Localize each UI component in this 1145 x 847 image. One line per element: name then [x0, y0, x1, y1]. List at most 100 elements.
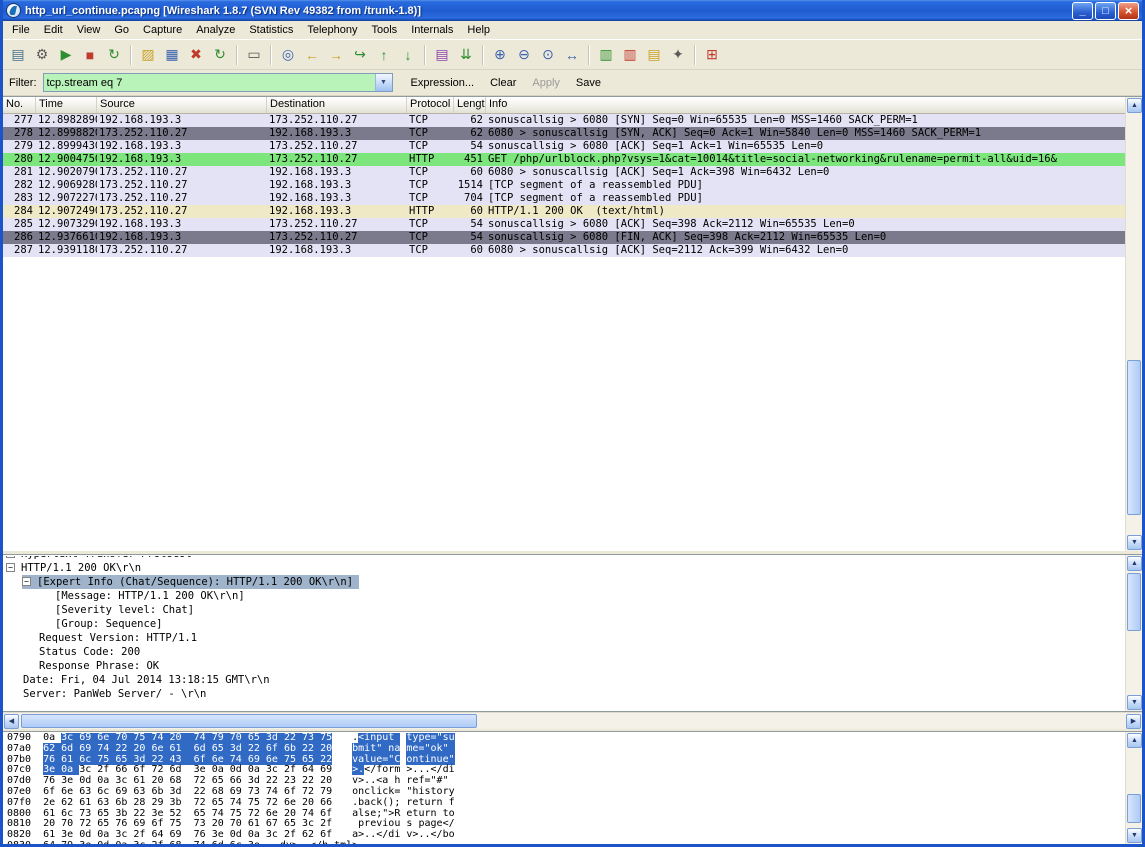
packet-row[interactable]: 27712.8982890192.168.193.3173.252.110.27… [3, 114, 1125, 127]
filter-save-button[interactable]: Save [568, 74, 609, 92]
colorize-icon[interactable]: ▤ [430, 43, 454, 67]
goto-first-icon[interactable]: ↑ [372, 43, 396, 67]
details-line[interactable]: [Severity level: Chat] [3, 603, 1125, 617]
close-file-icon[interactable]: ✖ [184, 43, 208, 67]
packet-list-vscroll[interactable]: ▲ ▼ [1125, 97, 1142, 551]
column-header-destination[interactable]: Destination [267, 97, 407, 113]
scroll-thumb[interactable] [1127, 794, 1141, 823]
back-icon[interactable]: ← [300, 43, 324, 67]
menu-help[interactable]: Help [460, 22, 497, 38]
scroll-right-icon[interactable]: ▶ [1126, 714, 1141, 729]
menu-analyze[interactable]: Analyze [189, 22, 242, 38]
details-line[interactable]: Response Phrase: OK [3, 659, 1125, 673]
packet-row[interactable]: 28412.9072490173.252.110.27192.168.193.3… [3, 205, 1125, 218]
column-header-time[interactable]: Time [36, 97, 97, 113]
packet-row[interactable]: 28512.9073290192.168.193.3173.252.110.27… [3, 218, 1125, 231]
packet-row[interactable]: 27812.8998820173.252.110.27192.168.193.3… [3, 127, 1125, 140]
close-button[interactable]: × [1118, 2, 1139, 20]
packet-row[interactable]: 28212.9069280173.252.110.27192.168.193.3… [3, 179, 1125, 192]
zoom-100-icon[interactable]: ⊙ [536, 43, 560, 67]
column-header-info[interactable]: Info [486, 97, 1125, 113]
expander-icon[interactable]: − [6, 556, 15, 558]
menu-view[interactable]: View [70, 22, 108, 38]
packet-row[interactable]: 28312.9072270173.252.110.27192.168.193.3… [3, 192, 1125, 205]
save-file-icon[interactable]: ▦ [160, 43, 184, 67]
scroll-thumb[interactable] [21, 714, 477, 728]
menu-edit[interactable]: Edit [37, 22, 70, 38]
hex-vscroll[interactable]: ▲ ▼ [1125, 732, 1142, 844]
details-hscroll[interactable]: ◀ ▶ [3, 712, 1142, 729]
column-header-protocol[interactable]: Protocol [407, 97, 454, 113]
scroll-down-icon[interactable]: ▼ [1127, 828, 1142, 843]
scroll-down-icon[interactable]: ▼ [1127, 695, 1142, 710]
zoom-in-icon[interactable]: ⊕ [488, 43, 512, 67]
capture-restart-icon[interactable]: ↻ [102, 43, 126, 67]
details-line[interactable]: Request Version: HTTP/1.1 [3, 631, 1125, 645]
restore-button[interactable]: □ [1095, 2, 1116, 20]
print-icon[interactable]: ▭ [242, 43, 266, 67]
details-line[interactable]: [Message: HTTP/1.1 200 OK\r\n] [3, 589, 1125, 603]
preferences-icon[interactable]: ✦ [666, 43, 690, 67]
column-header-no[interactable]: No. [3, 97, 36, 113]
hex-row[interactable]: 07a062 6d 69 74 22 20 6e 61 6d 65 3d 22 … [7, 744, 1125, 755]
details-line[interactable]: −[Expert Info (Chat/Sequence): HTTP/1.1 … [3, 575, 1125, 589]
expander-icon[interactable]: − [22, 577, 31, 586]
packet-row[interactable]: 28712.9391180173.252.110.27192.168.193.3… [3, 244, 1125, 257]
hex-rows: 07900a 3c 69 6e 70 75 74 20 74 79 70 65 … [7, 733, 1125, 844]
open-file-icon[interactable]: ▨ [136, 43, 160, 67]
scroll-left-icon[interactable]: ◀ [4, 714, 19, 729]
filter-expression-button[interactable]: Expression... [403, 74, 483, 92]
scroll-thumb[interactable] [1127, 360, 1141, 514]
menu-statistics[interactable]: Statistics [242, 22, 300, 38]
details-line[interactable]: Status Code: 200 [3, 645, 1125, 659]
capture-stop-icon[interactable]: ■ [78, 43, 102, 67]
reload-icon[interactable]: ↻ [208, 43, 232, 67]
details-line[interactable]: [Group: Sequence] [3, 617, 1125, 631]
packet-row[interactable]: 27912.8999430192.168.193.3173.252.110.27… [3, 140, 1125, 153]
filter-input[interactable] [44, 74, 375, 91]
zoom-out-icon[interactable]: ⊖ [512, 43, 536, 67]
expander-icon[interactable]: − [6, 563, 15, 572]
details-line[interactable]: Server: PanWeb Server/ - \r\n [3, 687, 1125, 701]
column-header-source[interactable]: Source [97, 97, 267, 113]
scroll-up-icon[interactable]: ▲ [1127, 556, 1142, 571]
hex-bytes-pane: 07900a 3c 69 6e 70 75 74 20 74 79 70 65 … [3, 731, 1142, 844]
goto-packet-icon[interactable]: ↪ [348, 43, 372, 67]
help-icon[interactable]: ⊞ [700, 43, 724, 67]
packet-row[interactable]: 28612.9376610192.168.193.3173.252.110.27… [3, 231, 1125, 244]
column-header-length[interactable]: Length [454, 97, 486, 113]
scroll-thumb[interactable] [1127, 573, 1141, 631]
list-interfaces-icon[interactable]: ▤ [6, 43, 30, 67]
resize-columns-icon[interactable]: ↔ [560, 43, 584, 67]
details-line[interactable]: Date: Fri, 04 Jul 2014 13:18:15 GMT\r\n [3, 673, 1125, 687]
scroll-up-icon[interactable]: ▲ [1127, 98, 1142, 113]
hex-row[interactable]: 083064 79 3e 0d 0a 3c 2f 68 74 6d 6c 3ed… [7, 841, 1125, 844]
capture-options-icon[interactable]: ⚙ [30, 43, 54, 67]
capture-filters-icon[interactable]: ▥ [594, 43, 618, 67]
coloring-rules-icon[interactable]: ▤ [642, 43, 666, 67]
scroll-up-icon[interactable]: ▲ [1127, 733, 1142, 748]
scroll-down-icon[interactable]: ▼ [1127, 535, 1142, 550]
menu-file[interactable]: File [5, 22, 37, 38]
minimize-button[interactable]: _ [1072, 2, 1093, 20]
find-packet-icon[interactable]: ◎ [276, 43, 300, 67]
filter-label-button[interactable]: Filter: [7, 75, 43, 91]
filter-dropdown-arrow-icon[interactable]: ▼ [375, 74, 392, 91]
filter-clear-button[interactable]: Clear [482, 74, 524, 92]
menu-telephony[interactable]: Telephony [300, 22, 364, 38]
menu-go[interactable]: Go [107, 22, 136, 38]
forward-icon[interactable]: → [324, 43, 348, 67]
autoscroll-icon[interactable]: ⇊ [454, 43, 478, 67]
details-line[interactable]: −HTTP/1.1 200 OK\r\n [3, 561, 1125, 575]
filter-apply-button[interactable]: Apply [524, 74, 568, 92]
menu-tools[interactable]: Tools [365, 22, 405, 38]
packet-row[interactable]: 28112.9020790173.252.110.27192.168.193.3… [3, 166, 1125, 179]
menu-internals[interactable]: Internals [404, 22, 460, 38]
details-vscroll[interactable]: ▲ ▼ [1125, 555, 1142, 711]
display-filters-icon[interactable]: ▥ [618, 43, 642, 67]
capture-start-icon[interactable]: ▶ [54, 43, 78, 67]
menu-capture[interactable]: Capture [136, 22, 189, 38]
menu-bar: FileEditViewGoCaptureAnalyzeStatisticsTe… [3, 21, 1142, 40]
goto-last-icon[interactable]: ↓ [396, 43, 420, 67]
packet-row[interactable]: 28012.9004750192.168.193.3173.252.110.27… [3, 153, 1125, 166]
